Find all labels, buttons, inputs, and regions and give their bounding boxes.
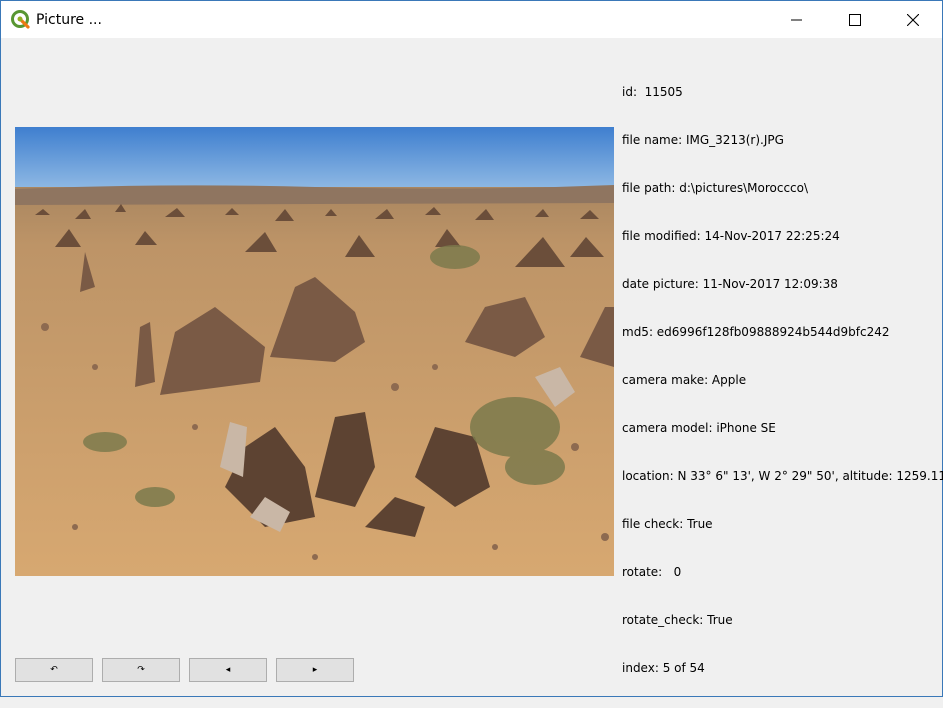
info-camera-model: camera model: iPhone SE	[622, 421, 776, 435]
info-id: id: 11505	[622, 85, 683, 99]
maximize-button[interactable]	[826, 1, 884, 38]
info-file-check: file check: True	[622, 517, 713, 531]
info-file-path: file path: d:\pictures\Moroccco\	[622, 181, 809, 195]
maximize-icon	[849, 13, 861, 26]
info-md5: md5: ed6996f128fb09888924b544d9bfc242	[622, 325, 890, 339]
info-index: index: 5 of 54	[622, 661, 705, 675]
rotate-right-icon: ↷	[137, 665, 145, 675]
info-date-picture: date picture: 11-Nov-2017 12:09:38	[622, 277, 838, 291]
previous-icon: ◂	[225, 665, 231, 675]
next-button[interactable]: ▸	[276, 658, 354, 682]
minimize-icon	[791, 19, 802, 20]
info-location: location: N 33° 6" 13', W 2° 29" 50', al…	[622, 469, 943, 483]
close-button[interactable]	[884, 1, 942, 38]
title-bar[interactable]: Picture ...	[1, 1, 942, 38]
info-file-name: file name: IMG_3213(r).JPG	[622, 133, 784, 147]
window-title: Picture ...	[36, 12, 102, 28]
qgis-icon	[11, 10, 30, 29]
info-file-modified: file modified: 14-Nov-2017 22:25:24	[622, 229, 840, 243]
info-rotate-check: rotate_check: True	[622, 613, 733, 627]
info-rotate: rotate: 0	[622, 565, 682, 579]
picture-info: id: 11505 file name: IMG_3213(r).JPG fil…	[622, 52, 943, 708]
minimize-button[interactable]	[768, 1, 826, 38]
info-camera-make: camera make: Apple	[622, 373, 747, 387]
picture-window: Picture ... id: 11505 file name: IMG_321…	[0, 0, 943, 697]
rotate-right-button[interactable]: ↷	[102, 658, 180, 682]
rotate-left-icon: ↶	[50, 665, 58, 675]
close-icon	[907, 13, 919, 26]
picture-preview	[15, 127, 614, 576]
previous-button[interactable]: ◂	[189, 658, 267, 682]
next-icon: ▸	[312, 665, 318, 675]
rotate-left-button[interactable]: ↶	[15, 658, 93, 682]
